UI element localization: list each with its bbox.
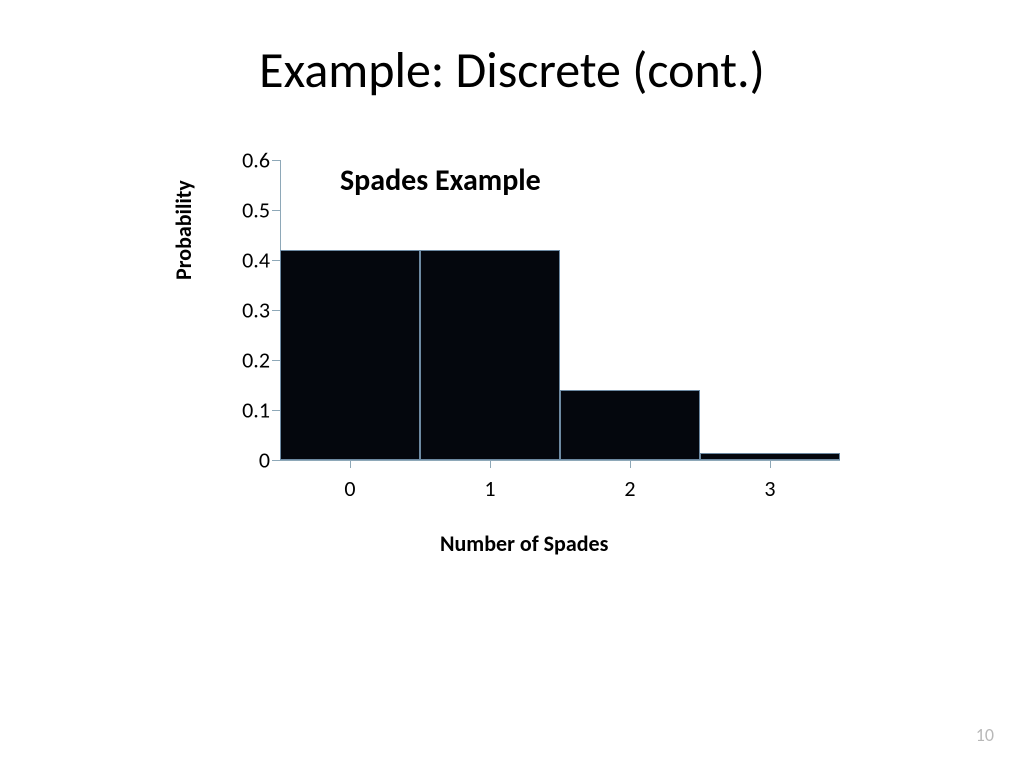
- y-tick: [272, 260, 280, 261]
- x-tick-label: 0: [330, 475, 370, 502]
- y-tick: [272, 360, 280, 361]
- x-tick-label: 3: [750, 475, 790, 502]
- bar: [560, 390, 700, 460]
- y-tick: [272, 160, 280, 161]
- x-tick-label: 2: [610, 475, 650, 502]
- bar: [280, 250, 420, 460]
- y-tick-label: 0.3: [220, 297, 270, 324]
- y-tick: [272, 460, 280, 461]
- slide: Example: Discrete (cont.) Spades Example…: [0, 0, 1024, 768]
- y-tick-label: 0.5: [220, 197, 270, 224]
- x-tick-label: 1: [470, 475, 510, 502]
- page-number: 10: [976, 724, 994, 746]
- bar: [700, 453, 840, 461]
- y-tick-label: 0.2: [220, 347, 270, 374]
- plot-area: 00.10.20.30.40.50.60123: [280, 160, 840, 461]
- y-tick-label: 0: [220, 447, 270, 474]
- y-axis-label: Probability: [170, 180, 197, 280]
- y-tick: [272, 410, 280, 411]
- y-tick-label: 0.6: [220, 147, 270, 174]
- chart: Spades Example Probability Number of Spa…: [180, 150, 870, 570]
- y-tick: [272, 210, 280, 211]
- y-tick-label: 0.1: [220, 397, 270, 424]
- bar: [420, 250, 560, 460]
- x-tick: [630, 460, 631, 468]
- x-axis-label: Number of Spades: [440, 530, 608, 557]
- x-tick: [350, 460, 351, 468]
- y-tick: [272, 310, 280, 311]
- x-tick: [490, 460, 491, 468]
- x-tick: [770, 460, 771, 468]
- page-title: Example: Discrete (cont.): [0, 40, 1024, 101]
- y-tick-label: 0.4: [220, 247, 270, 274]
